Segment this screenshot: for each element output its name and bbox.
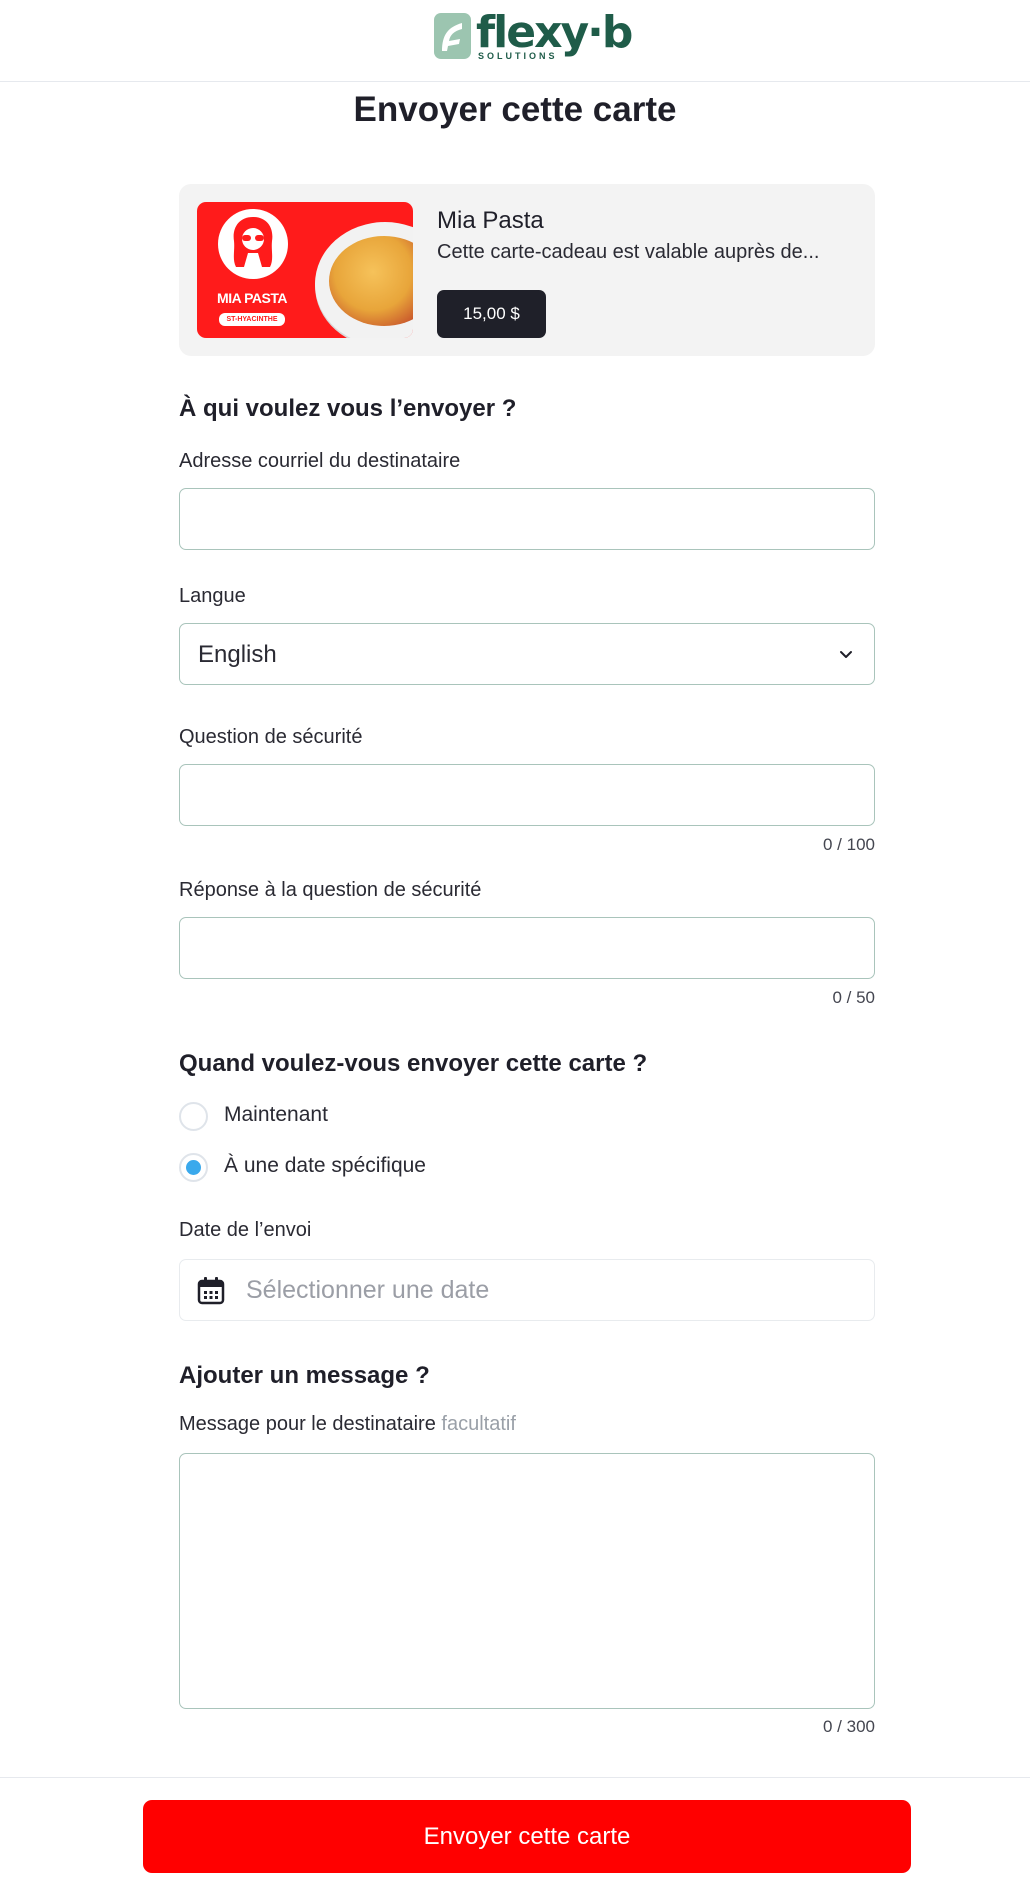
radio-specific-date-button[interactable] <box>179 1153 208 1182</box>
language-label: Langue <box>179 585 246 607</box>
security-question-counter: 0 / 100 <box>823 835 875 854</box>
logo-subtitle: SOLUTIONS <box>478 51 558 61</box>
footer-divider <box>0 1777 1030 1778</box>
radio-option-specific-date[interactable]: À une date spécifique <box>179 1153 479 1183</box>
schedule-heading: Quand voulez-vous envoyer cette carte ? <box>179 1050 648 1077</box>
radio-now-button[interactable] <box>179 1102 208 1131</box>
top-header: flexy·b SOLUTIONS <box>0 0 1030 82</box>
language-selected-value: English <box>198 641 277 668</box>
security-answer-input[interactable] <box>179 917 875 979</box>
message-heading: Ajouter un message ? <box>179 1362 430 1389</box>
card-description: Cette carte-cadeau est valable auprès de… <box>437 241 820 263</box>
message-textarea[interactable] <box>179 1453 875 1709</box>
card-brand-text: MIA PASTA <box>217 290 287 306</box>
message-label: Message pour le destinataire facultatif <box>179 1413 516 1436</box>
security-answer-label: Réponse à la question de sécurité <box>179 879 482 901</box>
flexyb-logo[interactable]: flexy·b SOLUTIONS <box>434 8 633 62</box>
radio-now-label: Maintenant <box>224 1103 328 1126</box>
gift-card-image: MIA PASTA ST-HYACINTHE <box>197 202 413 338</box>
send-date-placeholder: Sélectionner une date <box>246 1276 490 1304</box>
security-question-label: Question de sécurité <box>179 726 363 748</box>
radio-option-now[interactable]: Maintenant <box>179 1102 479 1132</box>
email-label: Adresse courriel du destinataire <box>179 450 461 472</box>
recipient-heading: À qui voulez vous l’envoyer ? <box>179 395 517 422</box>
calendar-icon <box>197 1277 225 1305</box>
chevron-down-icon <box>840 651 852 658</box>
mascot-icon <box>218 209 288 279</box>
language-select[interactable]: English <box>179 623 875 685</box>
card-brand-location: ST-HYACINTHE <box>219 313 285 326</box>
message-optional-tag: facultatif <box>441 1413 516 1435</box>
recipient-email-input[interactable] <box>179 488 875 550</box>
logo-mark-icon <box>434 13 471 59</box>
page-title: Envoyer cette carte <box>353 90 677 129</box>
message-counter: 0 / 300 <box>823 1717 875 1736</box>
send-card-button[interactable]: Envoyer cette carte <box>143 1800 911 1873</box>
security-answer-counter: 0 / 50 <box>832 988 875 1007</box>
card-merchant-name: Mia Pasta <box>437 207 544 234</box>
message-label-text: Message pour le destinataire <box>179 1413 436 1435</box>
security-question-input[interactable] <box>179 764 875 826</box>
card-price-badge: 15,00 $ <box>437 290 546 338</box>
radio-specific-date-label: À une date spécifique <box>224 1154 426 1177</box>
gift-card-summary: MIA PASTA ST-HYACINTHE Mia Pasta Cette c… <box>179 184 875 356</box>
send-date-picker[interactable]: Sélectionner une date <box>179 1259 875 1321</box>
send-date-label: Date de l’envoi <box>179 1219 312 1241</box>
